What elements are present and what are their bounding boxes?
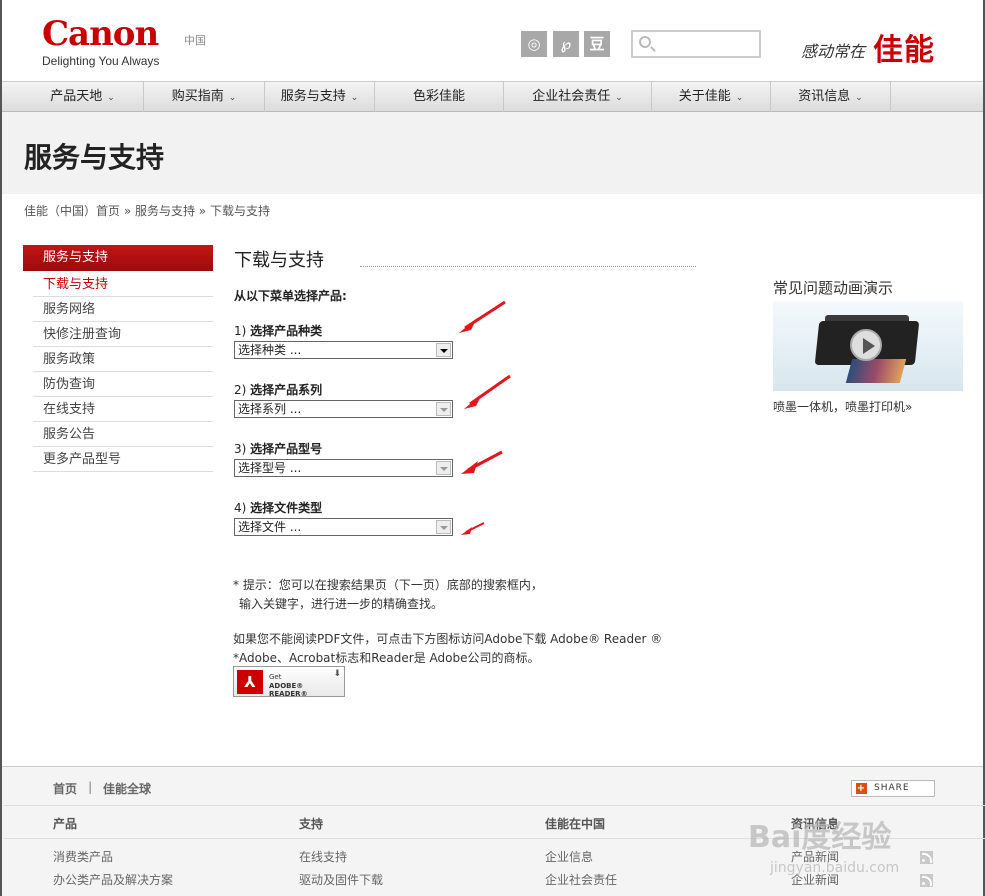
- product-model-select[interactable]: 选择型号 ...: [234, 459, 453, 477]
- sidebar-item-anti-counterfeit[interactable]: 防伪查询: [33, 372, 213, 397]
- step-3-label: 3) 选择产品型号: [234, 442, 323, 456]
- footer-link[interactable]: 办公类产品及解决方案: [53, 871, 173, 888]
- search-input[interactable]: [631, 30, 761, 58]
- footer-col-support: 支持: [299, 817, 324, 831]
- chevron-down-icon: ⌄: [855, 93, 863, 103]
- chevron-down-icon: ⌄: [615, 93, 623, 103]
- sidebar-item-online-support[interactable]: 在线支持: [33, 397, 213, 422]
- share-plus-icon: +: [856, 783, 867, 794]
- adobe-acrobat-icon: ⅄: [237, 670, 263, 694]
- footer-link[interactable]: 驱动及固件下载: [299, 871, 383, 888]
- sidebar-head[interactable]: 服务与支持: [23, 245, 213, 271]
- sidebar-item-service-policy[interactable]: 服务政策: [33, 347, 213, 372]
- qq-weibo-icon[interactable]: ℘: [553, 31, 579, 57]
- footer-col-canon-china: 佳能在中国: [545, 817, 606, 831]
- red-arrow-icon: [464, 374, 511, 409]
- region-label: 中国: [184, 34, 206, 47]
- breadcrumb[interactable]: 佳能（中国）首页 » 服务与支持 » 下载与支持: [24, 202, 270, 219]
- tip-line-1: * 提示：您可以在搜索结果页（下一页）底部的搜索框内，: [233, 578, 543, 592]
- footer-link[interactable]: 企业信息: [545, 848, 593, 865]
- footer-separator: |: [88, 780, 93, 794]
- red-arrow-icon: [459, 300, 506, 333]
- nav-about[interactable]: 关于佳能 ⌄: [652, 82, 771, 112]
- title-divider: [360, 266, 696, 267]
- red-arrow-icon: [461, 522, 485, 535]
- search-icon: [639, 36, 651, 48]
- nav-csr[interactable]: 企业社会责任 ⌄: [504, 82, 652, 112]
- chevron-down-icon: [436, 343, 451, 357]
- chevron-down-icon: [436, 402, 451, 416]
- footer-home-link[interactable]: 首页: [53, 780, 77, 797]
- step-2-label: 2) 选择产品系列: [234, 383, 323, 397]
- main-nav: 产品天地 ⌄ 购买指南 ⌄ 服务与支持 ⌄ 色彩佳能 企业社会责任 ⌄ 关于佳能 ⌄ 资讯…: [2, 81, 983, 112]
- page-banner: 服务与支持: [2, 112, 983, 194]
- sidebar-item-service-network[interactable]: 服务网络: [33, 297, 213, 322]
- chevron-down-icon: [436, 520, 451, 534]
- nav-color-canon[interactable]: 色彩佳能: [375, 82, 504, 112]
- baidu-watermark: Bai度经验: [748, 820, 892, 855]
- sidebar-item-repair-query[interactable]: 快修注册查询: [33, 322, 213, 347]
- chevron-down-icon: ⌄: [735, 93, 744, 103]
- share-button[interactable]: + SHARE: [851, 780, 935, 797]
- tagline: Delighting You Always: [42, 54, 160, 68]
- slogan: 感动常在: [801, 42, 866, 61]
- nav-products[interactable]: 产品天地 ⌄: [22, 82, 144, 112]
- step-4-label: 4) 选择文件类型: [234, 501, 323, 515]
- weibo-icon[interactable]: ◎: [521, 31, 547, 57]
- brand-chinese-name: 佳能: [873, 33, 935, 68]
- get-adobe-reader-button[interactable]: ⅄ Get ADOBE® READER® ⬇: [233, 666, 345, 698]
- section-title: 下载与支持: [234, 250, 324, 271]
- step-1-label: 1) 选择产品种类: [234, 324, 323, 338]
- chevron-down-icon: [436, 461, 451, 475]
- tip-line-2: 输入关键字，进行进一步的精确查找。: [239, 597, 444, 611]
- product-category-select[interactable]: 选择种类 ...: [234, 341, 453, 359]
- footer-col-products: 产品: [53, 817, 78, 831]
- faq-animation-title: 常见问题动画演示: [773, 279, 894, 297]
- sidebar-item-announcements[interactable]: 服务公告: [33, 422, 213, 447]
- canon-logo[interactable]: Canon: [42, 14, 159, 54]
- nav-service-support[interactable]: 服务与支持 ⌄: [265, 82, 375, 112]
- page-title: 服务与支持: [24, 141, 165, 174]
- red-arrow-icon: [461, 450, 503, 474]
- douban-icon[interactable]: 豆: [584, 31, 610, 57]
- header: Canon Delighting You Always 中国 ◎ ℘ 豆 感动常…: [2, 0, 983, 81]
- nav-news[interactable]: 资讯信息 ⌄: [771, 82, 891, 112]
- play-icon[interactable]: [850, 329, 882, 361]
- pdf-note: 如果您不能阅读PDF文件，可点击下方图标访问Adobe下载 Adobe® Rea…: [233, 632, 663, 646]
- footer-link[interactable]: 消费类产品: [53, 848, 113, 865]
- file-type-select[interactable]: 选择文件 ...: [234, 518, 453, 536]
- baidu-watermark-url: jingyan.baidu.com: [770, 860, 900, 876]
- faq-caption-link[interactable]: 喷墨一体机，喷墨打印机»: [773, 398, 912, 415]
- footer-link[interactable]: 在线支持: [299, 848, 347, 865]
- faq-video-thumbnail[interactable]: [773, 301, 963, 391]
- trademark-note: *Adobe、Acrobat标志和Reader是 Adobe公司的商标。: [233, 651, 540, 665]
- footer-global-link[interactable]: 佳能全球: [103, 780, 151, 797]
- chevron-down-icon: ⌄: [350, 93, 359, 103]
- rss-icon[interactable]: [920, 851, 933, 864]
- product-series-select[interactable]: 选择系列 ...: [234, 400, 453, 418]
- rss-icon[interactable]: [920, 874, 933, 887]
- footer-link[interactable]: 企业社会责任: [545, 871, 617, 888]
- intro-text: 从以下菜单选择产品:: [234, 289, 347, 303]
- sidebar-item-download[interactable]: 下载与支持: [33, 272, 213, 297]
- nav-buying-guide[interactable]: 购买指南 ⌄: [144, 82, 265, 112]
- sidebar-item-more-models[interactable]: 更多产品型号: [33, 447, 213, 472]
- download-icon: ⬇: [333, 669, 341, 679]
- chevron-down-icon: ⌄: [107, 93, 115, 103]
- chevron-down-icon: ⌄: [228, 93, 237, 103]
